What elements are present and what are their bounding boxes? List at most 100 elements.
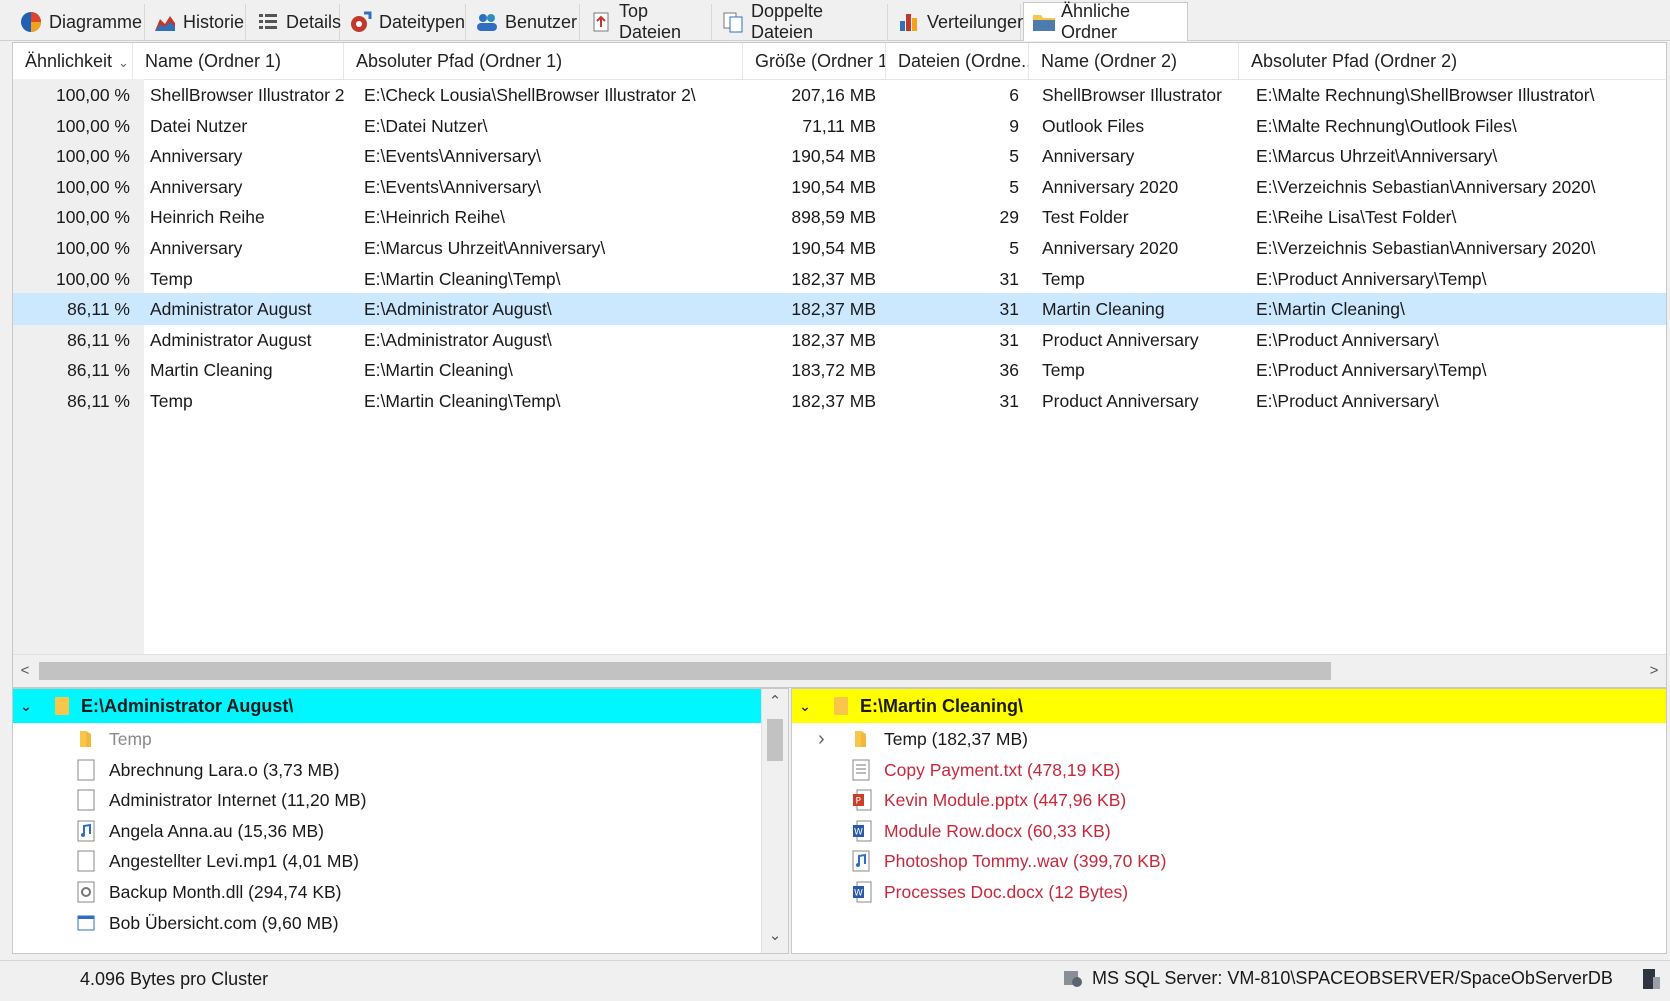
column-header-label: Dateien (Ordne... [898,51,1029,71]
tab-doppelte-dateien[interactable]: Doppelte Dateien [714,1,888,42]
audio-file-icon [852,850,874,872]
column-header-label: Name (Ordner 2) [1041,51,1178,71]
list-item[interactable]: Bob Übersicht.com (9,60 MB) [77,907,339,939]
table-cell: Martin Cleaning [1042,299,1165,320]
table-cell: E:\Reihe Lisa\Test Folder\ [1256,207,1457,228]
list-item[interactable]: Abrechnung Lara.o (3,73 MB) [77,754,340,786]
table-cell: Administrator August [150,329,312,350]
item-label: Angestellter Levi.mp1 (4,01 MB) [109,851,359,872]
list-item[interactable]: Administrator Internet (11,20 MB) [77,784,366,816]
table-cell: 31 [999,329,1019,350]
table-cell: 182,37 MB [791,391,876,411]
table-row[interactable]: 86,11 % Temp E:\Martin Cleaning\Temp\ 182,3… [13,385,1666,417]
column-header-6[interactable]: Name (Ordner 2) [1029,43,1239,79]
column-header-5[interactable]: Dateien (Ordne... [886,43,1029,79]
item-label: Temp (182,37 MB) [884,729,1028,749]
column-header-7[interactable]: Absoluter Pfad (Ordner 2) [1239,43,1666,79]
table-cell: E:\Administrator August\ [364,329,552,350]
scroll-up-icon[interactable]: ⌃ [763,689,787,715]
tab-details[interactable]: Details [249,4,341,40]
table-cell: Temp [1042,268,1085,289]
table-cell: 100,00 % [56,176,130,197]
tab-label: Ähnliche Ordner [1061,1,1131,42]
table-cell: 31 [999,268,1019,289]
table-cell: Administrator August [150,299,312,320]
table-cell: Outlook Files [1042,115,1145,136]
tab-bar: Diagramme Historie Details Dateitypen Benutz… [0,0,1670,42]
tab-label: Historie [183,11,245,32]
duplicate-files-icon [722,11,744,33]
table-row[interactable]: 86,11 % Martin Cleaning E:\Martin Cleaning… [13,354,1666,386]
scroll-right-icon[interactable]: > [1642,655,1666,687]
scrollbar-thumb[interactable] [39,662,1331,680]
column-header-1[interactable]: Ähnlichkeit ⌄ [13,43,133,79]
tab-label: Top Dateien [619,1,682,42]
column-header-3[interactable]: Absoluter Pfad (Ordner 1) [344,43,743,79]
chevron-down-icon[interactable]: ⌄ [792,698,818,715]
table-cell: 29 [999,207,1019,228]
list-item[interactable]: Angela Anna.au (15,36 MB) [77,815,324,847]
item-label: Administrator Internet (11,20 MB) [109,790,367,811]
table-cell: 71,11 MB [802,115,876,136]
table-row[interactable]: 100,00 % Anniversary E:\Events\Anniversary… [13,171,1666,203]
tab-historie[interactable]: Historie [146,4,246,40]
column-header-4[interactable]: Größe (Ordner 1) [743,43,886,79]
table-cell: 183,72 MB [791,360,876,381]
item-label: Kevin Module.pptx (447,96 KB) [884,790,1127,811]
table-cell: E:\Malte Rechnung\ShellBrowser Illustrat… [1256,85,1595,105]
list-item[interactable]: Temp [77,723,152,755]
users-icon [476,11,498,33]
folder-icon [1032,11,1055,33]
tab-verteilungen[interactable]: Verteilungen [890,4,1027,40]
table-cell: 100,00 % [56,146,130,167]
table-cell: 31 [999,391,1019,411]
list-item[interactable]: W Module Row.docx (60,33 KB) [852,815,1111,847]
table-cell: Anniversary [150,176,243,197]
scroll-left-icon[interactable]: < [13,655,37,687]
folder-icon [55,697,69,715]
scroll-down-icon[interactable]: ⌄ [763,923,787,949]
table-row[interactable]: 100,00 % Anniversary E:\Events\Anniversary… [13,140,1666,172]
table-row[interactable]: 100,00 % ShellBrowser Illustrator 2 E:\Che… [13,79,1666,111]
table-cell: Test Folder [1042,207,1129,228]
table-row[interactable]: 100,00 % Heinrich Reihe E:\Heinrich Reihe\… [13,201,1666,233]
server-info: MS SQL Server: VM-810\SPACEOBSERVER/Spac… [1092,968,1613,988]
table-row[interactable]: 100,00 % Datei Nutzer E:\Datei Nutzer\ 71,1… [13,110,1666,142]
table-cell: 86,11 % [67,360,130,381]
tab-dateitypen[interactable]: Dateitypen [342,4,466,40]
list-item[interactable]: P Kevin Module.pptx (447,96 KB) [852,784,1126,816]
list-item[interactable]: Angestellter Levi.mp1 (4,01 MB) [77,845,359,877]
table-cell: 9 [1009,115,1019,136]
tab-benutzer[interactable]: Benutzer [468,4,580,40]
table-row[interactable]: 86,11 % Administrator August E:\Administra… [13,324,1666,356]
vertical-scrollbar[interactable]: ⌃ ⌄ [761,689,788,953]
list-item[interactable]: W Processes Doc.docx (12 Bytes) [852,876,1128,908]
list-item[interactable]: Backup Month.dll (294,74 KB) [77,876,342,908]
tab-ähnliche-ordner[interactable]: Ähnliche Ordner [1023,1,1188,42]
scrollbar-thumb[interactable] [767,719,783,761]
tab-top-dateien[interactable]: Top Dateien [582,1,712,42]
right-pane-header[interactable]: ⌄ E:\Martin Cleaning\ [792,689,1666,723]
similar-folders-grid: Ähnlichkeit ⌄ Name (Ordner 1) Absoluter Pfa… [12,42,1667,688]
file-file-icon [77,759,99,781]
table-cell: ShellBrowser Illustrator [1042,85,1222,105]
item-label: Abrechnung Lara.o (3,73 MB) [109,759,340,780]
grid-header: Ähnlichkeit ⌄ Name (Ordner 1) Absoluter Pfa… [13,43,1666,80]
table-cell: Martin Cleaning [150,360,273,381]
app-file-icon [77,912,99,934]
table-row[interactable]: 86,11 % Administrator August E:\Administra… [13,293,1666,326]
table-row[interactable]: 100,00 % Anniversary E:\Marcus Uhrzeit\Ann… [13,232,1666,264]
list-item[interactable]: › Temp (182,37 MB) [818,723,1028,755]
column-header-2[interactable]: Name (Ordner 1) [133,43,344,79]
horizontal-scrollbar[interactable]: < > [13,654,1666,687]
chevron-right-icon[interactable]: › [818,723,842,755]
list-item[interactable]: Photoshop Tommy..wav (399,70 KB) [852,845,1166,877]
table-cell: 182,37 MB [791,268,876,289]
chevron-down-icon[interactable]: ⌄ [13,698,39,715]
left-pane-header[interactable]: ⌄ E:\Administrator August\ [13,689,764,723]
tab-diagramme[interactable]: Diagramme [12,4,145,40]
table-row[interactable]: 100,00 % Temp E:\Martin Cleaning\Temp\ 182,… [13,263,1666,295]
list-item[interactable]: Copy Payment.txt (478,19 KB) [852,754,1120,786]
svg-text:P: P [856,797,862,807]
table-cell: E:\Product Anniversary\ [1256,329,1439,350]
